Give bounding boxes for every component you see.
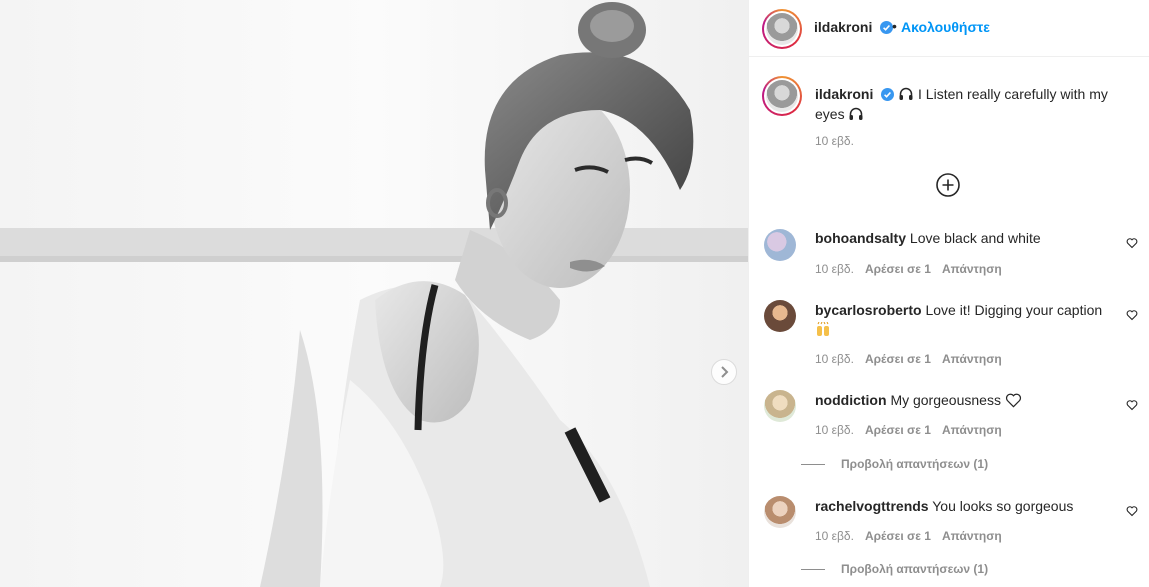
comment-body: My gorgeousness bbox=[890, 392, 1001, 408]
comment-time[interactable]: 10 εβδ. bbox=[815, 262, 854, 276]
comment-text: rachelvogttrends You looks so gorgeous bbox=[815, 496, 1115, 516]
follow-button[interactable]: Ακολουθήστε bbox=[901, 19, 990, 35]
commenter-avatar[interactable] bbox=[764, 496, 796, 528]
comment-text: bycarlosroberto Love it! Digging your ca… bbox=[815, 300, 1115, 340]
comment-time[interactable]: 10 εβδ. bbox=[815, 352, 854, 366]
heart-outline-icon[interactable] bbox=[1126, 505, 1138, 517]
comment-text: noddiction My gorgeousness bbox=[815, 390, 1115, 410]
author-username[interactable]: ildakroni bbox=[814, 19, 894, 35]
headphones-icon bbox=[849, 107, 863, 120]
heart-outline-icon[interactable] bbox=[1126, 399, 1138, 411]
post-photo bbox=[0, 0, 748, 587]
reply-button[interactable]: Απάντηση bbox=[942, 423, 1002, 437]
caption-timestamp[interactable]: 10 εβδ. bbox=[815, 134, 854, 148]
comment-body: Love it! Digging your caption bbox=[925, 302, 1103, 318]
author-avatar[interactable] bbox=[762, 9, 802, 49]
commenter-avatar[interactable] bbox=[764, 229, 796, 261]
comment-likes[interactable]: Αρέσει σε 1 bbox=[865, 529, 931, 543]
white-heart-emoji-icon bbox=[1005, 393, 1021, 408]
instagram-post: ildakroni • Ακολουθήστε ildakroni I List… bbox=[0, 0, 1149, 587]
post-side-panel: ildakroni • Ακολουθήστε ildakroni I List… bbox=[748, 0, 1149, 587]
separator-dot: • bbox=[892, 18, 897, 34]
view-replies-label[interactable]: Προβολή απαντήσεων (1) bbox=[841, 457, 988, 471]
comment-meta: 10 εβδ. Αρέσει σε 1 Απάντηση bbox=[815, 262, 1002, 276]
view-replies-line bbox=[801, 463, 825, 465]
comment-meta: 10 εβδ. Αρέσει σε 1 Απάντηση bbox=[815, 423, 1002, 437]
heart-outline-icon[interactable] bbox=[1126, 237, 1138, 249]
view-replies-line bbox=[801, 568, 825, 570]
comment-meta: 10 εβδ. Αρέσει σε 1 Απάντηση bbox=[815, 529, 1002, 543]
comment-likes[interactable]: Αρέσει σε 1 bbox=[865, 423, 931, 437]
comment-body: Love black and white bbox=[909, 230, 1041, 246]
commenter-username[interactable]: bycarlosroberto bbox=[815, 302, 922, 318]
comment-body: You looks so gorgeous bbox=[932, 498, 1074, 514]
view-replies-label[interactable]: Προβολή απαντήσεων (1) bbox=[841, 562, 988, 576]
plus-circle-icon[interactable] bbox=[936, 173, 960, 197]
comment-text: bohoandsalty Love black and white bbox=[815, 228, 1115, 248]
comment-likes[interactable]: Αρέσει σε 1 bbox=[865, 352, 931, 366]
heart-outline-icon[interactable] bbox=[1126, 309, 1138, 321]
comment-time[interactable]: 10 εβδ. bbox=[815, 529, 854, 543]
post-media bbox=[0, 0, 748, 587]
commenter-username[interactable]: bohoandsalty bbox=[815, 230, 906, 246]
headphones-icon bbox=[899, 87, 913, 100]
post-header: ildakroni • Ακολουθήστε bbox=[749, 0, 1149, 57]
raising-hands-emoji-icon bbox=[817, 322, 829, 336]
caption-text: ildakroni I Listen really carefully with… bbox=[815, 84, 1140, 124]
commenter-username[interactable]: noddiction bbox=[815, 392, 887, 408]
commenter-username[interactable]: rachelvogttrends bbox=[815, 498, 929, 514]
verified-badge-icon bbox=[881, 88, 895, 101]
reply-button[interactable]: Απάντηση bbox=[942, 352, 1002, 366]
chevron-right-icon bbox=[721, 366, 729, 378]
comment-meta: 10 εβδ. Αρέσει σε 1 Απάντηση bbox=[815, 352, 1002, 366]
caption-username[interactable]: ildakroni bbox=[815, 86, 873, 102]
comment-time[interactable]: 10 εβδ. bbox=[815, 423, 854, 437]
commenter-avatar[interactable] bbox=[764, 300, 796, 332]
caption-avatar[interactable] bbox=[762, 76, 802, 116]
reply-button[interactable]: Απάντηση bbox=[942, 529, 1002, 543]
view-replies-button[interactable]: Προβολή απαντήσεων (1) bbox=[801, 457, 988, 471]
next-image-button[interactable] bbox=[711, 359, 737, 385]
view-replies-button[interactable]: Προβολή απαντήσεων (1) bbox=[801, 562, 988, 576]
reply-button[interactable]: Απάντηση bbox=[942, 262, 1002, 276]
commenter-avatar[interactable] bbox=[764, 390, 796, 422]
comment-likes[interactable]: Αρέσει σε 1 bbox=[865, 262, 931, 276]
